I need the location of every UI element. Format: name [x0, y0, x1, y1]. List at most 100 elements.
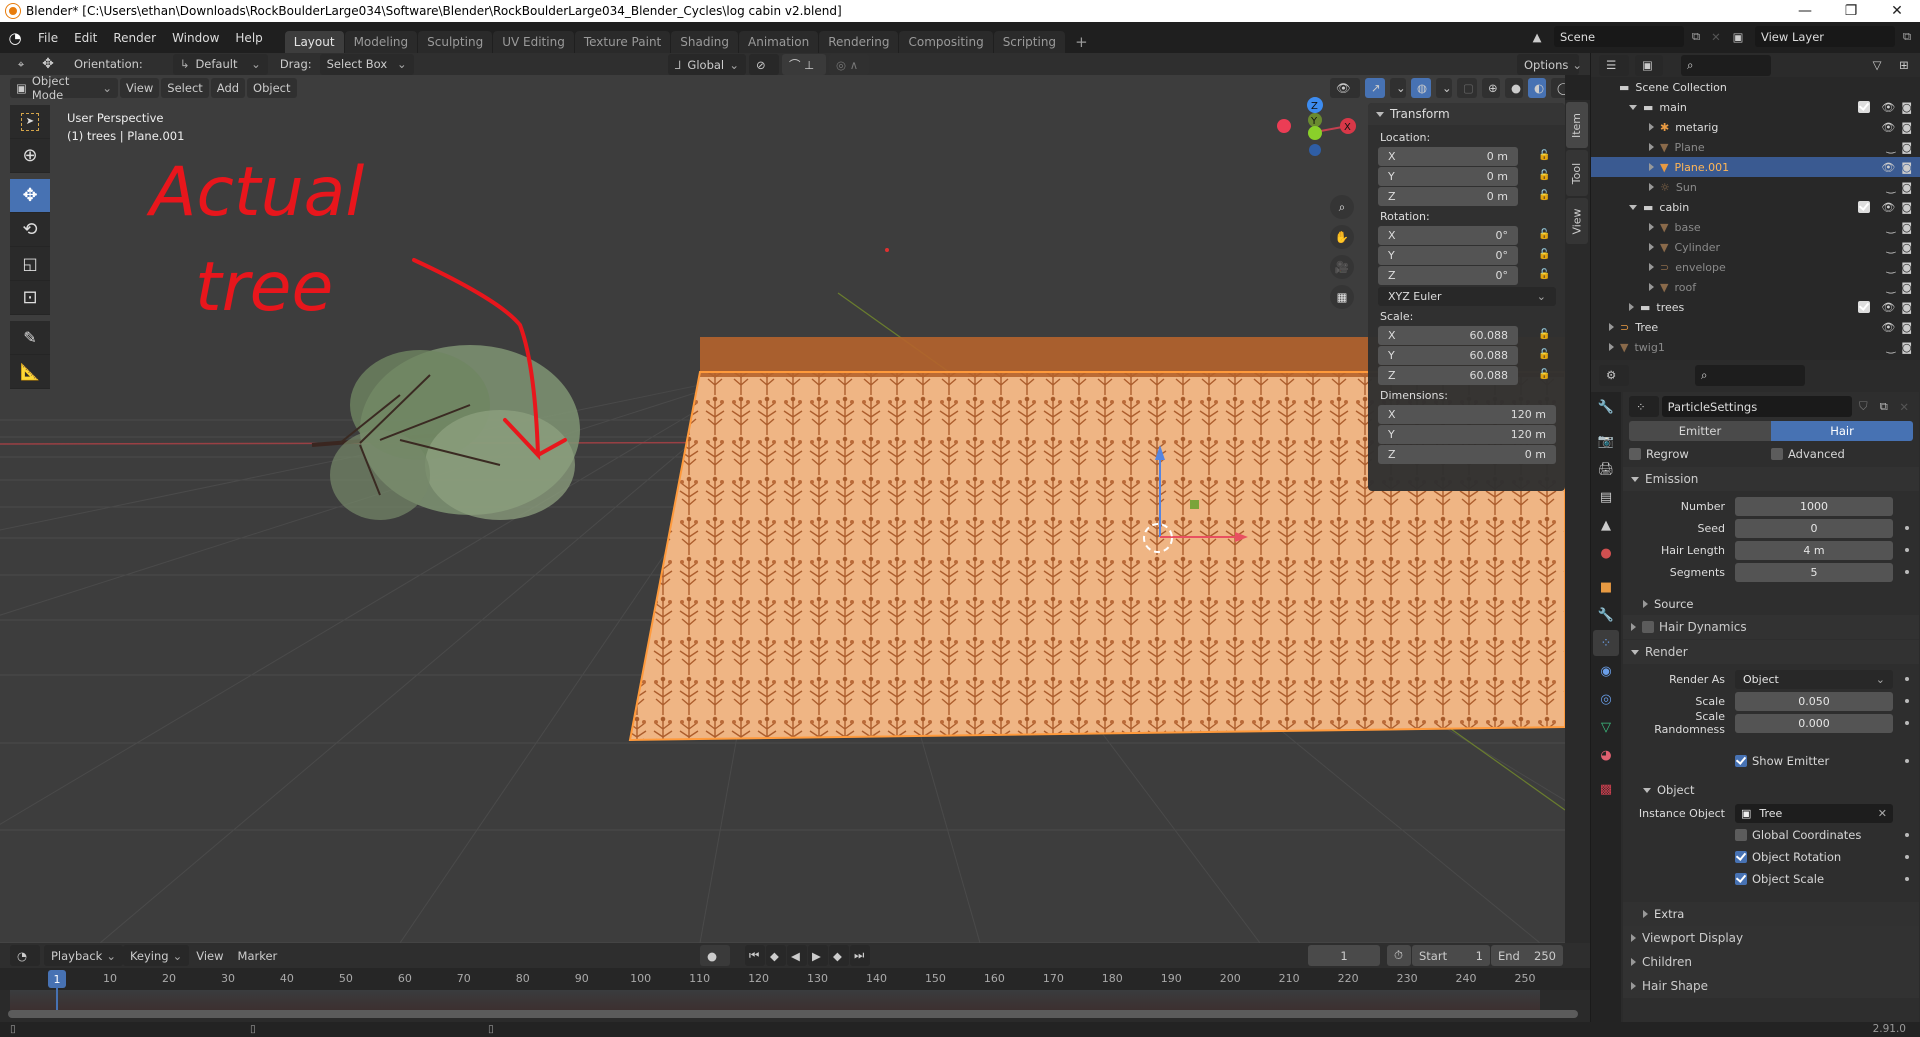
- pan-hand-icon[interactable]: ✋: [1330, 225, 1354, 249]
- wireframe-shading-icon[interactable]: ⊕: [1482, 78, 1500, 98]
- tab-modeling[interactable]: Modeling: [344, 31, 418, 53]
- new-scene-icon[interactable]: ⧉: [1688, 29, 1704, 44]
- play-icon[interactable]: ▶: [808, 945, 828, 966]
- render-camera-icon[interactable]: ◙: [1901, 181, 1912, 194]
- object-scale-checkbox[interactable]: Object Scale: [1735, 872, 1824, 886]
- view-layer-icon[interactable]: ▣: [1725, 30, 1751, 44]
- keying-menu[interactable]: Keying ⌄: [122, 945, 190, 966]
- rotation-mode-dropdown[interactable]: XYZ Euler ⌄: [1378, 287, 1556, 306]
- tab-shading[interactable]: Shading: [671, 31, 738, 53]
- regrow-checkbox[interactable]: Regrow: [1629, 447, 1771, 461]
- start-frame-field[interactable]: Start 1: [1412, 945, 1490, 966]
- proportional-edit-icon[interactable]: ◎ ∧: [829, 54, 869, 75]
- current-frame-field[interactable]: 1: [1308, 945, 1380, 966]
- unlink-icon[interactable]: ✕: [1896, 400, 1914, 414]
- object-rotation-checkbox[interactable]: Object Rotation: [1735, 850, 1841, 864]
- modifiers-tab-icon[interactable]: 🔧: [1593, 602, 1619, 628]
- outliner-row-cabin[interactable]: ▬ cabin 👁 ◙: [1591, 197, 1920, 217]
- expand-arrow-icon[interactable]: [1649, 143, 1654, 151]
- location-y-field[interactable]: Y 0 m 🔓: [1378, 167, 1550, 186]
- rotate-tool[interactable]: ⟲: [10, 213, 50, 247]
- render-camera-icon[interactable]: ◙: [1901, 281, 1912, 294]
- preview-range-icon[interactable]: ⏱: [1387, 945, 1411, 966]
- keyframe-dot-icon[interactable]: [1905, 833, 1909, 837]
- delete-scene-icon[interactable]: ✕: [1708, 30, 1724, 44]
- collapse-arrow-icon[interactable]: [1629, 204, 1637, 210]
- expand-arrow-icon[interactable]: [1629, 303, 1634, 311]
- lock-icon[interactable]: 🔓: [1538, 190, 1550, 202]
- menu-view[interactable]: View: [120, 77, 160, 98]
- outliner-row-plane-001[interactable]: ▼ Plane.001 👁 ◙: [1591, 157, 1920, 177]
- neg-z-dot[interactable]: [1309, 144, 1321, 156]
- segments-field[interactable]: 5: [1735, 562, 1893, 582]
- transform-header[interactable]: Transform: [1368, 103, 1565, 125]
- lock-icon[interactable]: 🔓: [1538, 369, 1550, 381]
- scene-tab-icon[interactable]: ▲: [1593, 512, 1619, 538]
- lock-icon[interactable]: 🔓: [1538, 269, 1550, 281]
- exclude-checkbox[interactable]: [1858, 101, 1871, 113]
- scene-selector[interactable]: Scene: [1554, 26, 1684, 47]
- perspective-toggle-icon[interactable]: ▦: [1330, 285, 1354, 309]
- tab-scripting[interactable]: Scripting: [993, 31, 1066, 53]
- eye-closed-icon[interactable]: ‿: [1886, 181, 1895, 194]
- eye-open-icon[interactable]: 👁: [1881, 101, 1895, 114]
- scale-field[interactable]: 0.050: [1735, 691, 1893, 711]
- select-box-tool[interactable]: ➤: [10, 105, 50, 139]
- outliner-search-input[interactable]: ⌕: [1681, 54, 1771, 76]
- outliner-row-roof[interactable]: ▼ roof ‿ ◙: [1591, 277, 1920, 297]
- marker-menu[interactable]: Marker: [231, 945, 285, 966]
- data-tab-icon[interactable]: ▽: [1593, 714, 1619, 740]
- solid-shading-icon[interactable]: ●: [1505, 78, 1523, 98]
- render-camera-icon[interactable]: ◙: [1901, 301, 1912, 314]
- outliner-row-base[interactable]: ▼ base ‿ ◙: [1591, 217, 1920, 237]
- eye-open-icon[interactable]: 👁: [1881, 321, 1895, 334]
- tab-animation[interactable]: Animation: [739, 31, 819, 53]
- blender-menu-icon[interactable]: ◔: [0, 29, 30, 47]
- eye-closed-icon[interactable]: ‿: [1886, 141, 1895, 154]
- play-reverse-icon[interactable]: ◀: [787, 945, 807, 966]
- tab-tool[interactable]: Tool: [1566, 150, 1588, 196]
- tab-sculpting[interactable]: Sculpting: [418, 31, 493, 53]
- keyframe-dot-icon[interactable]: [1905, 570, 1909, 574]
- eye-open-icon[interactable]: 👁: [1881, 161, 1895, 174]
- keyframe-dot-icon[interactable]: [1905, 526, 1909, 530]
- jump-end-icon[interactable]: ⏭: [850, 945, 870, 966]
- seed-field[interactable]: 0: [1735, 518, 1893, 538]
- location-z-field[interactable]: Z 0 m 🔓: [1378, 187, 1550, 206]
- scale-x-field[interactable]: X 60.088 🔓: [1378, 326, 1550, 345]
- world-tab-icon[interactable]: ●: [1593, 540, 1619, 566]
- children-section-header[interactable]: Children: [1623, 950, 1919, 974]
- new-view-layer-icon[interactable]: ⧉: [1899, 29, 1915, 44]
- outliner-row-plane[interactable]: ▼ Plane ‿ ◙: [1591, 137, 1920, 157]
- eye-closed-icon[interactable]: ‿: [1886, 241, 1895, 254]
- eye-open-icon[interactable]: 👁: [1881, 301, 1895, 314]
- zoom-icon[interactable]: ⌕: [1330, 195, 1354, 219]
- view-layer-filter-icon[interactable]: ▣: [1635, 54, 1663, 76]
- close-button[interactable]: ✕: [1874, 0, 1920, 22]
- options-dropdown[interactable]: Options ⌄: [1517, 54, 1582, 75]
- lock-icon[interactable]: 🔓: [1538, 229, 1550, 241]
- show-emitter-checkbox-box[interactable]: [1735, 755, 1747, 767]
- lock-icon[interactable]: 🔓: [1538, 329, 1550, 341]
- outliner-row-tree[interactable]: ⊃ Tree 👁 ◙: [1591, 317, 1920, 337]
- tab-uv-editing[interactable]: UV Editing: [493, 31, 574, 53]
- transform-tool[interactable]: ⊡: [10, 281, 50, 315]
- new-collection-icon[interactable]: ⊞: [1894, 58, 1914, 72]
- object-scale-checkbox-box[interactable]: [1735, 873, 1747, 885]
- menu-add[interactable]: Add: [210, 77, 246, 98]
- expand-arrow-icon[interactable]: [1609, 323, 1614, 331]
- menu-help[interactable]: Help: [227, 31, 270, 45]
- properties-editor-type-icon[interactable]: ⚙: [1599, 364, 1629, 386]
- extra-subsection-header[interactable]: Extra: [1623, 902, 1919, 926]
- expand-arrow-icon[interactable]: [1649, 123, 1654, 131]
- render-camera-icon[interactable]: ◙: [1901, 121, 1912, 134]
- rotation-x-field[interactable]: X 0° 🔓: [1378, 226, 1550, 245]
- outliner-row-metarig[interactable]: ✱ metarig 👁 ◙: [1591, 117, 1920, 137]
- outliner-row-cylinder[interactable]: ▼ Cylinder ‿ ◙: [1591, 237, 1920, 257]
- render-camera-icon[interactable]: ◙: [1901, 261, 1912, 274]
- lock-icon[interactable]: 🔓: [1538, 150, 1550, 162]
- advanced-checkbox-box[interactable]: [1771, 448, 1783, 460]
- fake-user-icon[interactable]: ⛉: [1855, 399, 1873, 414]
- overlay-dropdown-icon[interactable]: ⌄: [1436, 78, 1452, 98]
- scale-randomness-field[interactable]: 0.000: [1735, 713, 1893, 733]
